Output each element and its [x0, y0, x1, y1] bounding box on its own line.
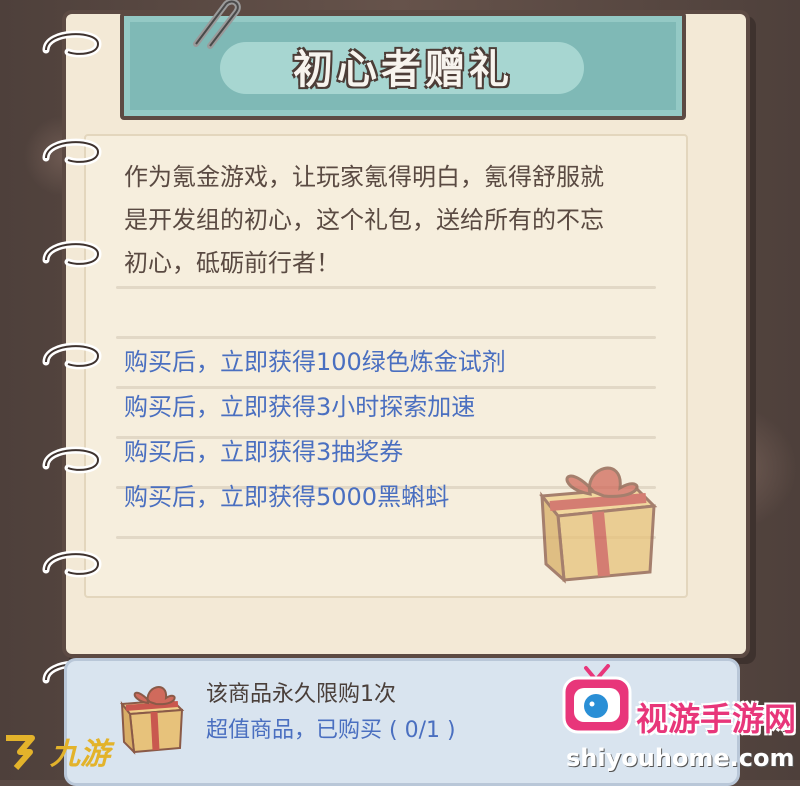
nine-game-logo-icon [6, 735, 35, 770]
ruled-line [116, 286, 656, 289]
benefit-item: 购买后，立即获得3小时探索加速 [124, 393, 476, 421]
spiral-ring-icon [42, 138, 102, 166]
benefit-item: 购买后，立即获得100绿色炼金试剂 [124, 348, 506, 376]
description-line: 作为氪金游戏，让玩家氪得明白，氪得舒服就 [124, 163, 604, 191]
ruled-line [116, 336, 656, 339]
spiral-ring-icon [42, 30, 102, 58]
tv-mascot-icon [562, 664, 632, 734]
watermark-right-url: shiyouhome.com [566, 744, 795, 772]
description-line: 是开发组的初心，这个礼包，送给所有的不忘 [124, 206, 604, 234]
purchase-status-label: 超值商品，已购买 ( 0/1 ) [206, 718, 456, 743]
purchase-limit-label: 该商品永久限购1次 [206, 682, 396, 707]
description-text: 作为氪金游戏，让玩家氪得明白，氪得舒服就 是开发组的初心，这个礼包，送给所有的不… [124, 156, 724, 285]
spiral-ring-icon [42, 240, 102, 268]
watermark-left-text: 九游 [50, 737, 110, 772]
watermark-right-name: 视游手游网 [636, 700, 797, 738]
spiral-ring-icon [42, 342, 102, 370]
paper-clip-icon [193, 0, 241, 49]
description-line: 初心，砥砺前行者！ [124, 249, 340, 277]
watermark-left: 九游 [0, 722, 150, 780]
spiral-ring-icon [42, 446, 102, 474]
spiral-ring-icon [42, 550, 102, 578]
gift-box-icon [539, 466, 658, 584]
